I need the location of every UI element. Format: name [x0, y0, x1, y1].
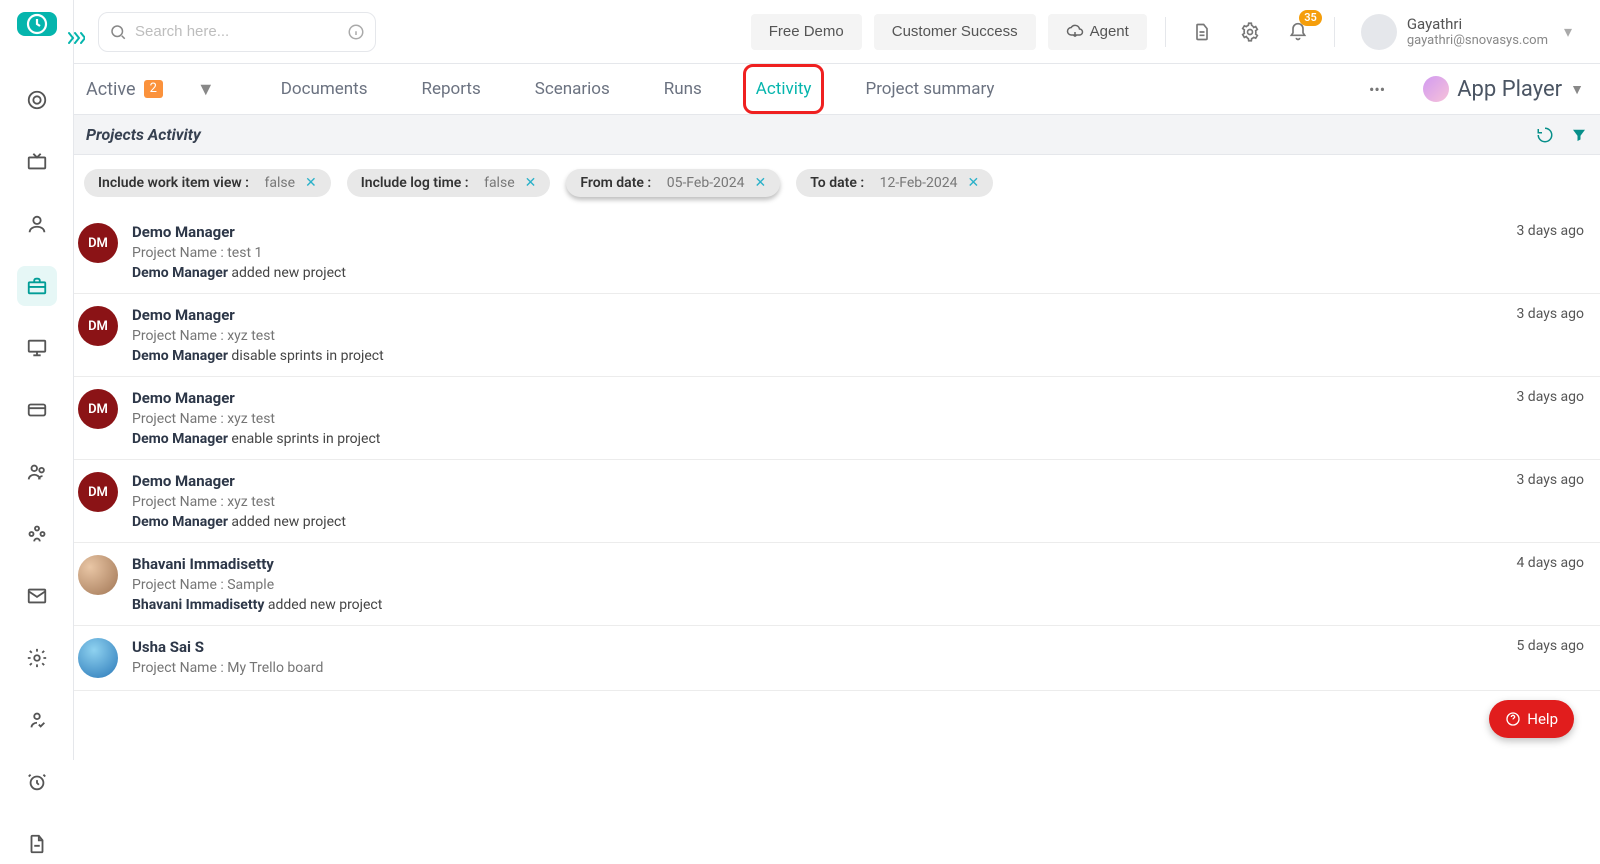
row-project: Project Name : xyz test: [132, 494, 1502, 510]
nav-mail-icon[interactable]: [17, 576, 57, 616]
row-user-name: Demo Manager: [132, 306, 1502, 324]
free-demo-button[interactable]: Free Demo: [751, 14, 862, 50]
info-icon[interactable]: [347, 23, 365, 41]
row-project: Project Name : xyz test: [132, 411, 1502, 427]
row-project: Project Name : Sample: [132, 577, 1502, 593]
row-user-name: Demo Manager: [132, 472, 1502, 490]
chip-remove-icon[interactable]: ✕: [305, 175, 317, 191]
help-label: Help: [1527, 710, 1558, 728]
row-user-name: Demo Manager: [132, 223, 1502, 241]
user-email: gayathri@snovasys.com: [1407, 33, 1548, 48]
nav-team-icon[interactable]: [17, 514, 57, 554]
help-button[interactable]: Help: [1489, 700, 1574, 738]
agent-label: Agent: [1090, 23, 1129, 40]
nav-gear-icon[interactable]: [17, 638, 57, 678]
help-icon: [1505, 711, 1521, 727]
app-player-dropdown[interactable]: App Player ▼: [1423, 76, 1584, 102]
row-avatar: [78, 638, 118, 678]
row-avatar: [78, 555, 118, 595]
expand-sidebar-icon[interactable]: [64, 28, 88, 48]
tab-documents[interactable]: Documents: [277, 73, 372, 105]
user-name: Gayathri: [1407, 15, 1548, 33]
sidebar: [0, 0, 74, 760]
nav-tv-icon[interactable]: [17, 142, 57, 182]
section-title: Projects Activity: [86, 125, 201, 144]
row-project: Project Name : xyz test: [132, 328, 1502, 344]
status-filter-count: 2: [144, 80, 163, 98]
row-project: Project Name : test 1: [132, 245, 1502, 261]
activity-row[interactable]: DM Demo Manager Project Name : test 1 De…: [74, 211, 1600, 294]
row-avatar: DM: [78, 306, 118, 346]
row-avatar: DM: [78, 472, 118, 512]
filter-chip[interactable]: Include work item view : false✕: [84, 169, 331, 197]
row-time: 3 days ago: [1516, 223, 1584, 281]
activity-row[interactable]: DM Demo Manager Project Name : xyz test …: [74, 377, 1600, 460]
notifications-button[interactable]: 35: [1280, 14, 1316, 50]
search-input[interactable]: [135, 23, 339, 40]
avatar: [1361, 14, 1397, 50]
nav-user-icon[interactable]: [17, 204, 57, 244]
nav-users-icon[interactable]: [17, 452, 57, 492]
nav-monitor-icon[interactable]: [17, 328, 57, 368]
cloud-download-icon: [1066, 23, 1084, 41]
row-project: Project Name : My Trello board: [132, 660, 1502, 676]
row-user-name: Demo Manager: [132, 389, 1502, 407]
row-time: 3 days ago: [1516, 389, 1584, 447]
app-player-label: App Player: [1457, 77, 1562, 102]
app-logo[interactable]: [17, 12, 57, 36]
tab-project-summary[interactable]: Project summary: [861, 73, 998, 105]
customer-success-button[interactable]: Customer Success: [874, 14, 1036, 50]
nav-profile-icon[interactable]: [17, 700, 57, 740]
filter-chips: Include work item view : false✕ Include l…: [74, 155, 1600, 211]
filter-chip[interactable]: From date : 05-Feb-2024✕: [566, 169, 780, 197]
row-avatar: DM: [78, 389, 118, 429]
nav-file-icon[interactable]: [17, 824, 57, 864]
filter-chip[interactable]: To date : 12-Feb-2024✕: [796, 169, 993, 197]
filter-chip[interactable]: Include log time : false✕: [347, 169, 551, 197]
chip-remove-icon[interactable]: ✕: [525, 175, 537, 191]
tabs: Documents Reports Scenarios Runs Activit…: [277, 73, 999, 105]
agent-button[interactable]: Agent: [1048, 14, 1147, 50]
row-time: 5 days ago: [1516, 638, 1584, 678]
tab-scenarios[interactable]: Scenarios: [531, 73, 614, 105]
chevron-down-icon: ▼: [1570, 81, 1584, 98]
app-player-avatar: [1423, 76, 1449, 102]
status-filter-label: Active: [86, 79, 136, 100]
nav-card-icon[interactable]: [17, 390, 57, 430]
settings-icon[interactable]: [1232, 14, 1268, 50]
activity-row[interactable]: DM Demo Manager Project Name : xyz test …: [74, 294, 1600, 377]
chip-remove-icon[interactable]: ✕: [755, 175, 767, 191]
refresh-icon[interactable]: [1536, 126, 1554, 144]
row-time: 3 days ago: [1516, 472, 1584, 530]
row-user-name: Bhavani Immadisetty: [132, 555, 1502, 573]
chip-remove-icon[interactable]: ✕: [967, 175, 979, 191]
nav-briefcase-icon[interactable]: [17, 266, 57, 306]
activity-list: DM Demo Manager Project Name : test 1 De…: [74, 211, 1600, 691]
more-icon[interactable]: •••: [1365, 76, 1389, 103]
chevron-down-icon: ▼: [197, 79, 215, 100]
document-icon[interactable]: [1184, 14, 1220, 50]
tab-reports[interactable]: Reports: [418, 73, 485, 105]
row-time: 3 days ago: [1516, 306, 1584, 364]
nav-alarm-icon[interactable]: [17, 762, 57, 802]
notification-badge: 35: [1299, 10, 1322, 26]
search-icon: [109, 23, 127, 41]
section-bar: Projects Activity: [74, 114, 1600, 155]
row-user-name: Usha Sai S: [132, 638, 1502, 656]
user-menu[interactable]: Gayathri gayathri@snovasys.com ▾: [1361, 14, 1572, 50]
tab-runs[interactable]: Runs: [660, 73, 706, 105]
activity-row[interactable]: Bhavani Immadisetty Project Name : Sampl…: [74, 543, 1600, 626]
activity-row[interactable]: Usha Sai S Project Name : My Trello boar…: [74, 626, 1600, 691]
chevron-down-icon: ▾: [1564, 22, 1572, 41]
activity-row[interactable]: DM Demo Manager Project Name : xyz test …: [74, 460, 1600, 543]
tab-activity[interactable]: Activity: [752, 73, 816, 105]
row-time: 4 days ago: [1516, 555, 1584, 613]
topbar: Free Demo Customer Success Agent 35 Gaya…: [74, 0, 1600, 64]
row-avatar: DM: [78, 223, 118, 263]
nav-target-icon[interactable]: [17, 80, 57, 120]
filter-icon[interactable]: [1570, 126, 1588, 144]
status-filter-dropdown[interactable]: Active 2 ▼: [84, 79, 215, 100]
search-box[interactable]: [98, 12, 376, 52]
sub-header: Active 2 ▼ Documents Reports Scenarios R…: [74, 64, 1600, 114]
